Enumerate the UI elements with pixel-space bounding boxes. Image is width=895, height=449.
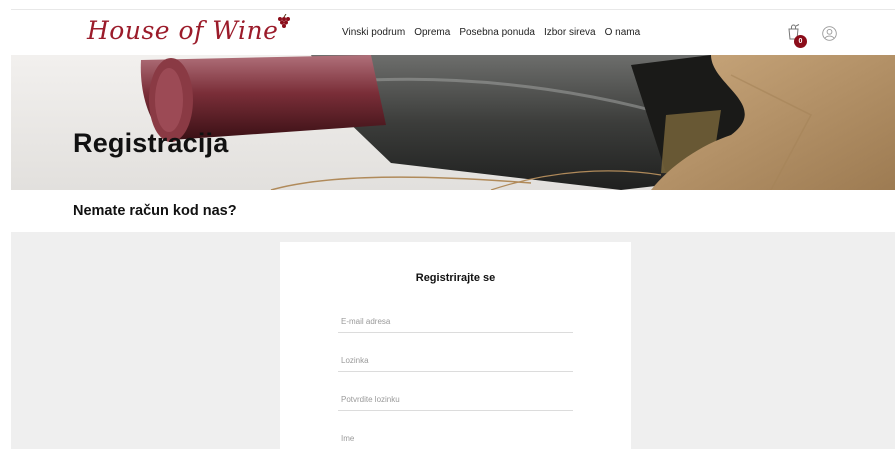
user-icon[interactable]	[822, 26, 837, 41]
hero-banner: Registracija	[11, 55, 895, 190]
hero-wine-bottle-image	[11, 55, 895, 190]
confirm-password-field[interactable]	[338, 389, 573, 411]
registration-title: Registrirajte se	[415, 272, 496, 284]
nav-item-vinski-podrum[interactable]: Vinski podrum	[342, 27, 405, 38]
password-field[interactable]	[338, 350, 573, 372]
grapes-icon	[278, 14, 291, 28]
cart-button[interactable]: 0	[787, 24, 807, 48]
nav-item-oprema[interactable]: Oprema	[414, 27, 450, 38]
site-logo[interactable]: House of Wine	[87, 14, 291, 45]
email-field[interactable]	[338, 311, 573, 333]
logo-text: House of Wine	[87, 16, 279, 45]
page-title: Registracija	[73, 128, 229, 158]
nav-item-posebna-ponuda[interactable]: Posebna ponuda	[459, 27, 535, 38]
first-name-field[interactable]	[338, 428, 573, 449]
register-prompt: Nemate račun kod nas?	[73, 203, 237, 219]
registration-card: Registrirajte se	[280, 242, 631, 449]
cart-count-badge: 0	[794, 35, 807, 48]
nav-item-izbor-sireva[interactable]: Izbor sireva	[544, 27, 596, 38]
site-header: House of Wine Vinski podrum Oprema Poseb…	[11, 9, 895, 55]
main-nav: Vinski podrum Oprema Posebna ponuda Izbo…	[342, 27, 640, 38]
nav-item-o-nama[interactable]: O nama	[605, 27, 641, 38]
